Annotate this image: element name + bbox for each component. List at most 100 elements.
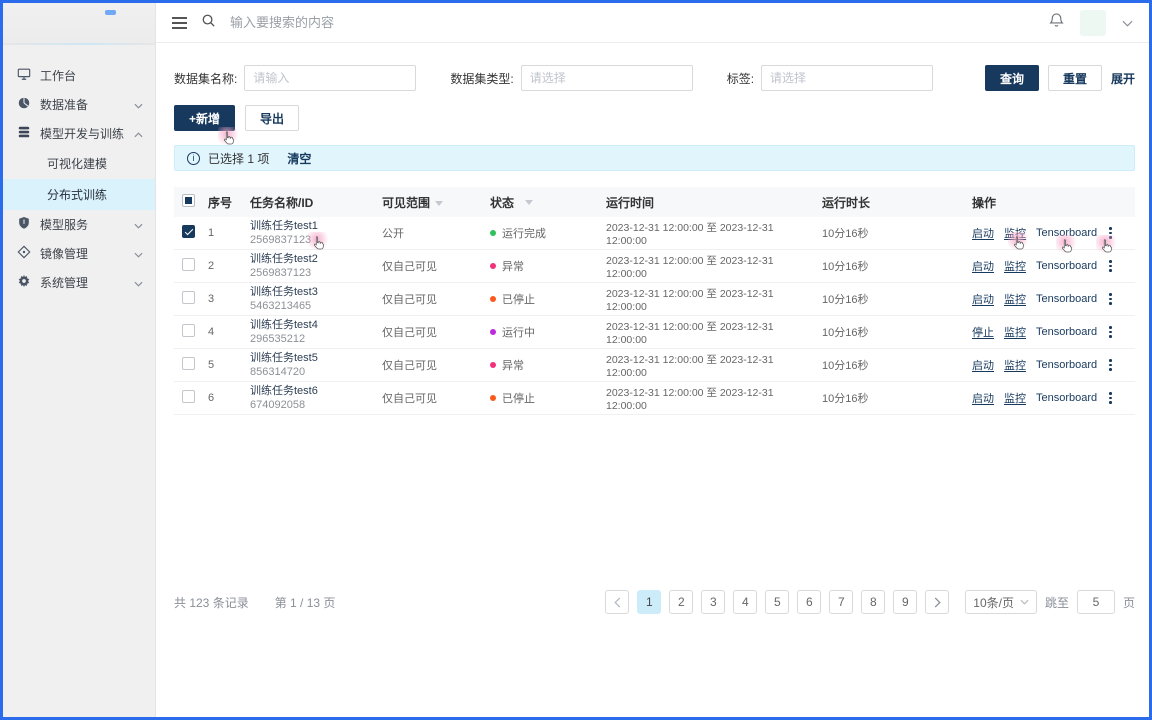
tensorboard-link[interactable]: Tensorboard	[1036, 293, 1097, 305]
page-button[interactable]: 7	[829, 590, 853, 614]
start-stop-link[interactable]: 启动	[972, 258, 994, 274]
sidebar-item-workbench[interactable]: 工作台	[3, 61, 155, 90]
select-all-checkbox[interactable]	[182, 194, 195, 207]
operations-cell: 启动 监控 Tensorboard	[972, 258, 1135, 274]
more-actions-icon[interactable]	[1107, 291, 1114, 307]
info-icon	[187, 152, 200, 165]
add-button[interactable]: +新增	[174, 105, 235, 131]
start-stop-link[interactable]: 启动	[972, 291, 994, 307]
row-checkbox[interactable]	[182, 258, 195, 271]
page-button[interactable]: 3	[701, 590, 725, 614]
reset-button[interactable]: 重置	[1048, 65, 1102, 91]
page-button[interactable]: 4	[733, 590, 757, 614]
task-id: 856314720	[250, 365, 376, 379]
sidebar-subitem-label: 可视化建模	[47, 155, 107, 172]
sidebar-item-model-dev[interactable]: 模型开发与训练	[3, 119, 155, 148]
row-index: 6	[208, 392, 250, 404]
page-size-select[interactable]: 10条/页	[965, 590, 1037, 614]
row-checkbox[interactable]	[182, 390, 195, 403]
tag-select[interactable]	[761, 65, 933, 91]
monitor-link[interactable]: 监控	[1004, 258, 1026, 274]
dataset-type-select[interactable]	[521, 65, 693, 91]
task-name[interactable]: 训练任务test2	[250, 252, 376, 266]
main-area: 数据集名称: 数据集类型: 标签: 查询 重置 展开 +新增 导出	[156, 3, 1149, 717]
more-actions-icon[interactable]	[1107, 324, 1114, 340]
sidebar-item-data-prep[interactable]: 数据准备	[3, 90, 155, 119]
export-button[interactable]: 导出	[245, 105, 299, 131]
sidebar-subitem-label: 分布式训练	[47, 186, 107, 203]
monitor-link[interactable]: 监控	[1004, 324, 1026, 340]
filter-caret-icon[interactable]	[435, 201, 443, 206]
tensorboard-link[interactable]: Tensorboard	[1036, 260, 1097, 272]
chevron-down-icon	[1020, 599, 1029, 605]
start-stop-link[interactable]: 启动	[972, 357, 994, 373]
more-actions-icon[interactable]	[1107, 357, 1114, 373]
prev-page-button[interactable]	[605, 590, 629, 614]
sidebar-item-visual-modeling[interactable]: 可视化建模	[3, 148, 155, 179]
tensorboard-link[interactable]: Tensorboard	[1036, 359, 1097, 371]
run-time-cell: 2023-12-31 12:00:00 至 2023-12-31 12:00:0…	[606, 352, 822, 379]
task-name[interactable]: 训练任务test5	[250, 351, 376, 365]
expand-link[interactable]: 展开	[1111, 70, 1135, 87]
monitor-link[interactable]: 监控	[1004, 225, 1026, 241]
avatar[interactable]	[1080, 10, 1106, 36]
operations-cell: 启动 监控 Tensorboard	[972, 225, 1135, 241]
status-text: 异常	[502, 357, 524, 373]
pagination: 共 123 条记录 第 1 / 13 页 1 2 3 4 5 6 7	[174, 590, 1135, 614]
row-checkbox[interactable]	[182, 357, 195, 370]
monitor-link[interactable]: 监控	[1004, 291, 1026, 307]
page-button[interactable]: 2	[669, 590, 693, 614]
task-name[interactable]: 训练任务test4	[250, 318, 376, 332]
monitor-link[interactable]: 监控	[1004, 390, 1026, 406]
row-checkbox[interactable]	[182, 324, 195, 337]
hamburger-icon[interactable]	[172, 17, 187, 29]
tensorboard-link[interactable]: Tensorboard	[1036, 227, 1097, 239]
column-header-filterable[interactable]: 可见范围	[382, 194, 490, 211]
status-cell: 异常	[490, 258, 606, 274]
page-button[interactable]: 1	[637, 590, 661, 614]
start-stop-link[interactable]: 启动	[972, 225, 994, 241]
more-actions-icon[interactable]	[1107, 225, 1114, 241]
sidebar-item-label: 模型开发与训练	[40, 125, 124, 142]
tensorboard-link[interactable]: Tensorboard	[1036, 326, 1097, 338]
more-actions-icon[interactable]	[1107, 390, 1114, 406]
row-checkbox[interactable]	[182, 225, 195, 238]
search-button[interactable]: 查询	[985, 65, 1039, 91]
sidebar-item-distributed-training[interactable]: 分布式训练	[3, 179, 155, 210]
global-search-input[interactable]	[230, 15, 550, 30]
chevron-up-icon	[134, 127, 143, 141]
task-name[interactable]: 训练任务test1	[250, 219, 376, 233]
tensorboard-link[interactable]: Tensorboard	[1036, 392, 1097, 404]
jump-suffix: 页	[1123, 594, 1135, 611]
row-checkbox[interactable]	[182, 291, 195, 304]
page-button[interactable]: 9	[893, 590, 917, 614]
next-page-button[interactable]	[925, 590, 949, 614]
status-dot	[490, 362, 496, 368]
task-name[interactable]: 训练任务test3	[250, 285, 376, 299]
start-stop-link[interactable]: 启动	[972, 390, 994, 406]
dataset-name-input[interactable]	[244, 65, 416, 91]
start-stop-link[interactable]: 停止	[972, 324, 994, 340]
sidebar-item-system-mgmt[interactable]: 系统管理	[3, 268, 155, 297]
more-actions-icon[interactable]	[1107, 258, 1114, 274]
sidebar-item-model-service[interactable]: 模型服务	[3, 210, 155, 239]
search-icon[interactable]	[201, 13, 216, 33]
monitor-link[interactable]: 监控	[1004, 357, 1026, 373]
duration-cell: 10分16秒	[822, 324, 972, 340]
page-button[interactable]: 8	[861, 590, 885, 614]
gear-icon	[17, 274, 31, 291]
chevron-down-icon[interactable]	[1122, 14, 1133, 32]
chevron-down-icon	[134, 276, 143, 290]
operations-cell: 启动 监控 Tensorboard	[972, 291, 1135, 307]
page-button[interactable]: 5	[765, 590, 789, 614]
column-header-filterable[interactable]: 状态	[490, 194, 606, 211]
operations-cell: 启动 监控 Tensorboard	[972, 390, 1135, 406]
jump-page-input[interactable]	[1077, 590, 1115, 614]
bell-icon[interactable]	[1049, 12, 1064, 33]
data-icon	[17, 96, 31, 113]
filter-caret-icon[interactable]	[525, 200, 533, 205]
page-button[interactable]: 6	[797, 590, 821, 614]
clear-selection-link[interactable]: 清空	[287, 150, 311, 167]
sidebar-item-image-mgmt[interactable]: 镜像管理	[3, 239, 155, 268]
task-name[interactable]: 训练任务test6	[250, 384, 376, 398]
